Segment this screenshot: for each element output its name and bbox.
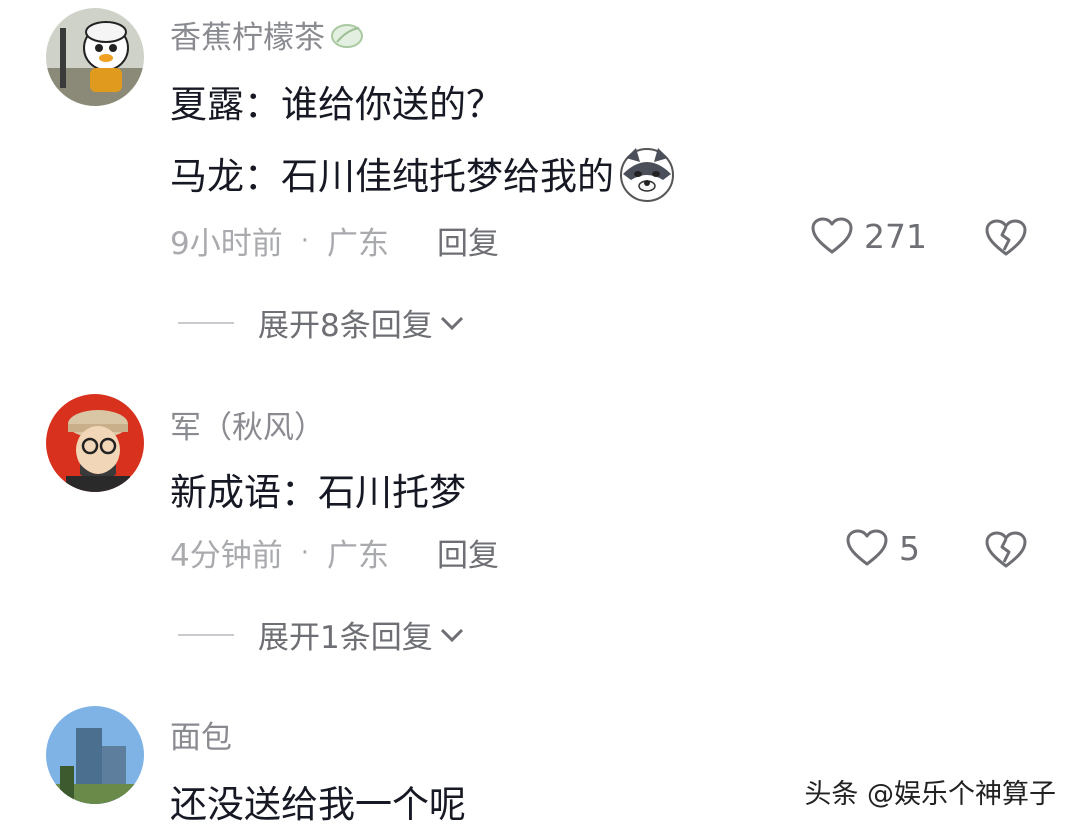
leaf-icon — [331, 23, 363, 48]
expand-replies-label: 展开1条回复 — [258, 620, 433, 656]
like-button[interactable]: 271 — [810, 216, 927, 256]
username-text: 面包 — [170, 720, 232, 756]
comment-text-line-2: 马龙：石川佳纯托梦给我的 — [170, 144, 676, 202]
like-count: 5 — [899, 528, 920, 568]
comment-text-line-1: 还没送给我一个呢 — [170, 783, 466, 826]
separator-dot: · — [300, 225, 309, 256]
username[interactable]: 面包 — [170, 712, 232, 757]
username[interactable]: 香蕉柠檬茶 — [170, 12, 365, 57]
broken-heart-icon — [985, 531, 1027, 568]
dislike-button[interactable] — [984, 530, 1028, 570]
comment-text-line-1: 新成语：石川托梦 — [170, 471, 466, 514]
comment-meta: 4分钟前 · 广东 回复 — [170, 530, 499, 575]
cartoon-avatar-icon — [46, 8, 144, 106]
building-photo-avatar-icon — [46, 706, 144, 804]
username-text: 香蕉柠檬茶 — [170, 20, 325, 56]
avatar[interactable] — [46, 706, 144, 804]
avatar[interactable] — [46, 394, 144, 492]
username[interactable]: 军（秋风） — [170, 402, 325, 447]
expand-replies-label: 展开8条回复 — [258, 308, 433, 344]
location: 广东 — [327, 226, 389, 262]
divider-line — [178, 321, 234, 324]
username-text: 军（秋风） — [170, 410, 325, 446]
separator-dot: · — [300, 537, 309, 568]
reply-button[interactable]: 回复 — [437, 218, 499, 263]
broken-heart-icon — [985, 219, 1027, 256]
like-button[interactable]: 5 — [845, 528, 920, 568]
heart-icon — [846, 529, 888, 566]
watermark: 头条 @娱乐个神算子 — [804, 779, 1056, 810]
timestamp: 4分钟前 — [170, 538, 283, 574]
divider-line — [178, 633, 234, 636]
avatar[interactable] — [46, 8, 144, 106]
dislike-button[interactable] — [984, 218, 1028, 258]
wolf-emoji-icon — [620, 148, 674, 202]
chevron-down-icon — [440, 628, 463, 642]
comment-text-line-1: 夏露：谁给你送的？ — [170, 83, 503, 126]
cartoon-avatar-icon — [46, 394, 144, 492]
expand-replies-button[interactable]: 展开1条回复 — [178, 612, 465, 657]
chevron-down-icon — [440, 316, 463, 330]
timestamp: 9小时前 — [170, 226, 283, 262]
expand-replies-button[interactable]: 展开8条回复 — [178, 300, 465, 345]
location: 广东 — [327, 538, 389, 574]
like-count: 271 — [864, 216, 927, 256]
heart-icon — [811, 217, 853, 254]
reply-button[interactable]: 回复 — [437, 530, 499, 575]
comment-meta: 9小时前 · 广东 回复 — [170, 218, 499, 263]
